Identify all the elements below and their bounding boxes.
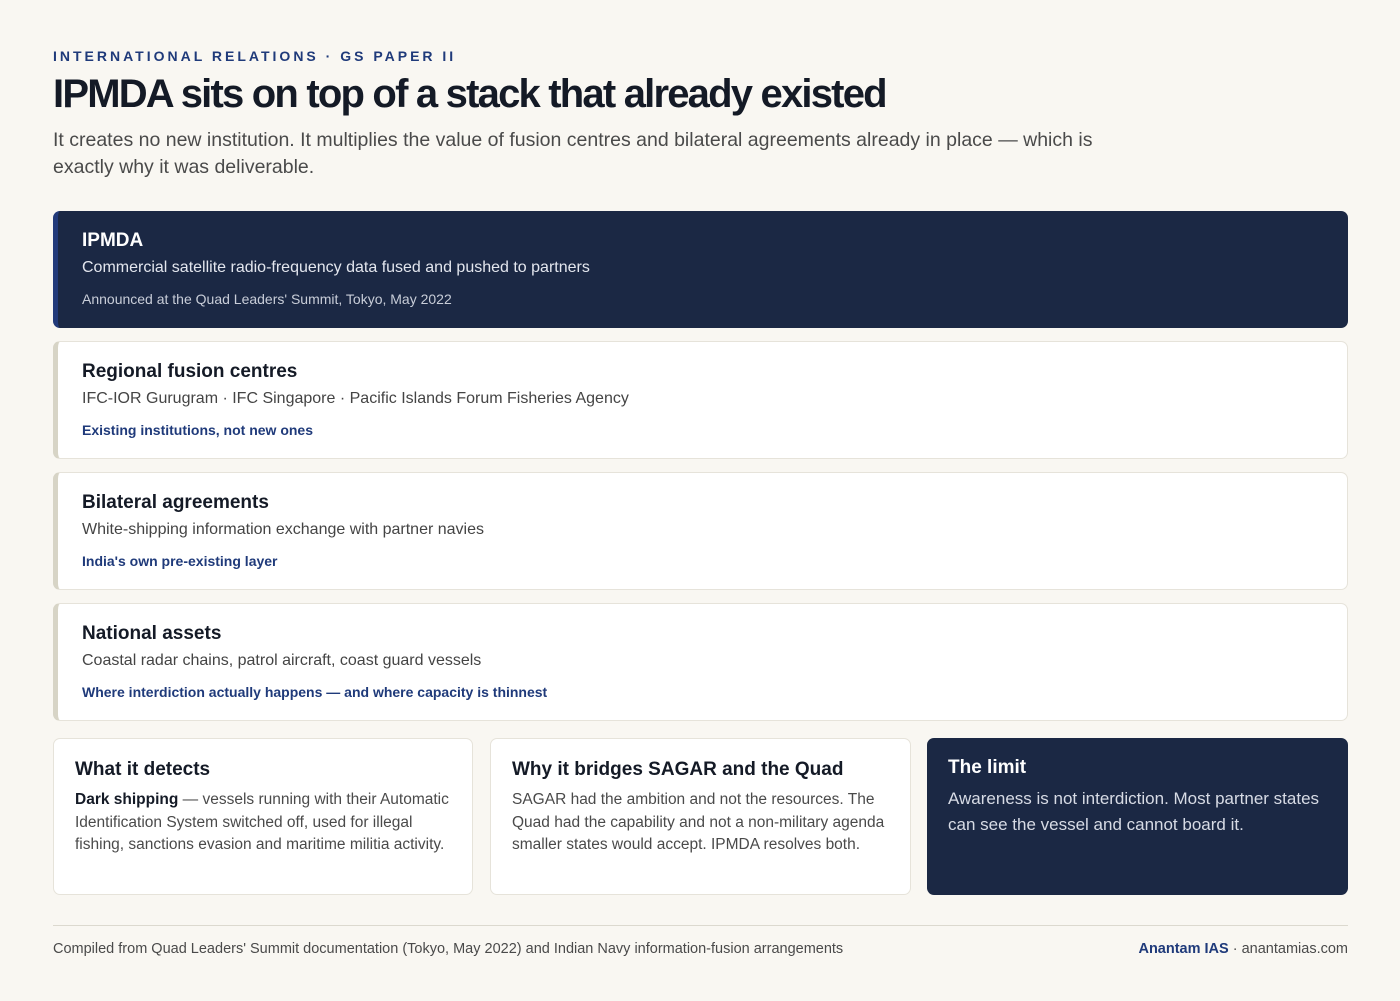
card-title: Why it bridges SAGAR and the Quad — [512, 759, 844, 780]
section-kicker: INTERNATIONAL RELATIONS · GS PAPER II — [53, 48, 457, 64]
page-subtitle: It creates no new institution. It multip… — [53, 129, 1093, 178]
layer-description: IFC-IOR Gurugram · IFC Singapore · Pacif… — [82, 390, 629, 407]
layer-note: India's own pre-existing layer — [82, 553, 278, 569]
stack-layer-bilateral: Bilateral agreements White-shipping info… — [53, 472, 1348, 590]
layer-description: Commercial satellite radio-frequency dat… — [82, 259, 590, 276]
brand-separator: · — [1228, 941, 1242, 957]
layer-description: White-shipping information exchange with… — [82, 521, 484, 538]
layer-title: IPMDA — [82, 230, 144, 251]
layer-title: Bilateral agreements — [82, 492, 269, 513]
layer-note: Where interdiction actually happens — an… — [82, 684, 548, 700]
footer-brand: Anantam IAS · anantamias.com — [1138, 941, 1348, 957]
footer-source: Compiled from Quad Leaders' Summit docum… — [53, 941, 844, 957]
layer-note: Announced at the Quad Leaders' Summit, T… — [82, 291, 452, 307]
card-lead: Dark shipping — [75, 791, 179, 808]
card-body: Dark shipping — vessels running with the… — [75, 789, 451, 857]
card-title: What it detects — [75, 759, 211, 780]
layer-note: Existing institutions, not new ones — [82, 422, 314, 438]
card-title: The limit — [948, 757, 1027, 778]
page-title: IPMDA sits on top of a stack that alread… — [53, 72, 888, 116]
layer-title: Regional fusion centres — [82, 361, 298, 382]
card-sagar-quad-bridge: Why it bridges SAGAR and the Quad SAGAR … — [490, 738, 911, 895]
stack-layer-national-assets: National assets Coastal radar chains, pa… — [53, 603, 1348, 721]
stack-layer-fusion-centres: Regional fusion centres IFC-IOR Gurugram… — [53, 341, 1348, 459]
layer-title: National assets — [82, 623, 222, 644]
footer-divider — [53, 925, 1348, 926]
card-the-limit: The limit Awareness is not interdiction.… — [927, 738, 1348, 895]
stack-layer-ipmda: IPMDA Commercial satellite radio-frequen… — [53, 211, 1348, 328]
card-what-it-detects: What it detects Dark shipping — vessels … — [53, 738, 473, 895]
card-body: SAGAR had the ambition and not the resou… — [512, 791, 885, 853]
brand-site: anantamias.com — [1241, 941, 1348, 957]
brand-name: Anantam IAS — [1138, 941, 1229, 957]
card-body: Awareness is not interdiction. Most part… — [948, 789, 1320, 834]
layer-description: Coastal radar chains, patrol aircraft, c… — [82, 652, 482, 669]
